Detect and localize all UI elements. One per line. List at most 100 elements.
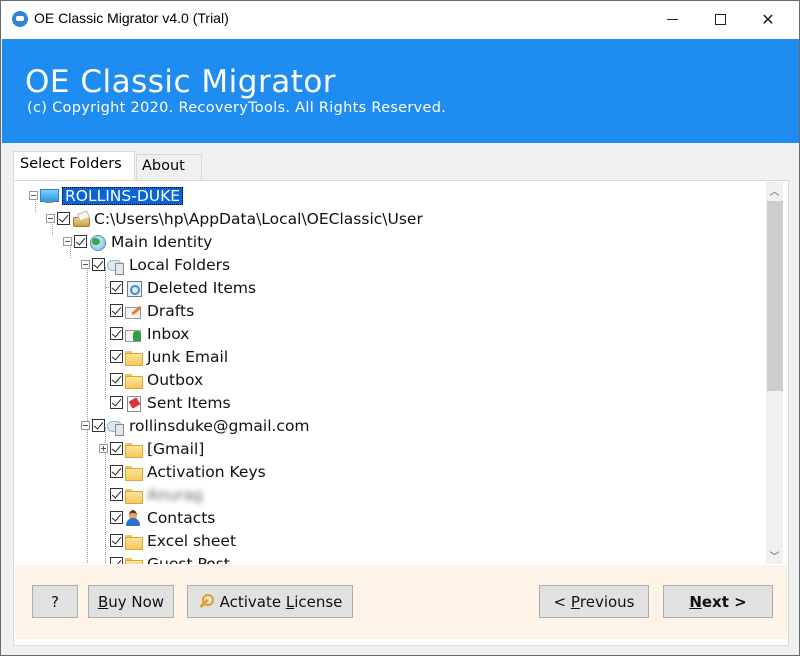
activate-label-rest: icense xyxy=(294,592,343,611)
close-icon: ✕ xyxy=(761,9,775,29)
tree-node-label: Local Folders xyxy=(129,255,231,274)
activate-label-prefix: Activate xyxy=(219,592,286,611)
app-window: OE Classic Migrator v4.0 (Trial) ✕ OE Cl… xyxy=(0,0,800,656)
checkbox[interactable] xyxy=(92,258,105,271)
tree-node-label: Drafts xyxy=(147,301,195,320)
collapse-icon[interactable] xyxy=(81,260,90,269)
checkbox[interactable] xyxy=(110,281,123,294)
buy-now-button[interactable]: Buy Now xyxy=(88,585,174,618)
tree-node-local-folders[interactable]: Local Folders xyxy=(81,253,230,276)
folder-tree[interactable]: ROLLINS-DUKE C:\Users\hp\AppData\Local\O… xyxy=(15,182,765,564)
tree-node-identity[interactable]: Main Identity xyxy=(63,230,212,253)
collapse-icon[interactable] xyxy=(29,191,38,200)
drafts-icon xyxy=(125,303,142,319)
tree-node-label: [Gmail] xyxy=(147,439,205,458)
header-banner: OE Classic Migrator (c) Copyright 2020. … xyxy=(2,39,799,143)
tree-node-label: Contacts xyxy=(147,508,216,527)
scroll-thumb[interactable] xyxy=(767,201,783,391)
collapse-icon[interactable] xyxy=(46,214,55,223)
checkbox[interactable] xyxy=(110,557,123,564)
previous-arrow: < xyxy=(553,592,571,611)
tree-node-excel-sheet[interactable]: Excel sheet xyxy=(99,529,236,552)
expand-icon[interactable] xyxy=(99,444,108,453)
chevron-up-icon: ︿ xyxy=(769,187,780,198)
button-bar: ? Buy Now Activate License < Previous Ne… xyxy=(15,565,787,639)
checkbox[interactable] xyxy=(92,419,105,432)
checkbox[interactable] xyxy=(110,442,123,455)
checkbox[interactable] xyxy=(110,511,123,524)
contact-icon xyxy=(125,509,142,526)
tree-node-label: Guest Post xyxy=(147,554,230,565)
checkbox[interactable] xyxy=(110,465,123,478)
tree-node-label: Inbox xyxy=(147,324,190,343)
key-icon xyxy=(198,593,214,610)
maximize-icon xyxy=(714,13,726,25)
previous-button[interactable]: < Previous xyxy=(539,585,649,618)
activate-license-button[interactable]: Activate License xyxy=(187,585,353,618)
tree-node-label: Excel sheet xyxy=(147,531,237,550)
collapse-icon[interactable] xyxy=(81,421,90,430)
maximize-button[interactable] xyxy=(697,1,743,37)
title-bar: OE Classic Migrator v4.0 (Trial) ✕ xyxy=(1,1,799,39)
tree-node-outbox[interactable]: Outbox xyxy=(99,368,203,391)
drive-icon xyxy=(72,211,90,227)
tree-node-blurred-folder[interactable]: Anurag xyxy=(99,483,203,506)
tree-node-activation-keys[interactable]: Activation Keys xyxy=(99,460,266,483)
activate-mnemonic: L xyxy=(285,592,295,611)
checkbox[interactable] xyxy=(110,373,123,386)
minimize-button[interactable] xyxy=(649,1,695,37)
tree-node-label: ROLLINS-DUKE xyxy=(62,186,184,205)
checkbox[interactable] xyxy=(110,488,123,501)
tree-node-guest-post[interactable]: Guest Post xyxy=(99,552,230,564)
tree-node-sent-items[interactable]: Sent Items xyxy=(99,391,231,414)
collapse-icon[interactable] xyxy=(63,237,72,246)
tree-node-label: Outbox xyxy=(147,370,204,389)
folder-icon xyxy=(125,372,143,389)
minimize-icon xyxy=(666,18,678,20)
cloud-store-icon xyxy=(107,418,124,436)
tree-node-label: Anurag xyxy=(147,485,203,504)
vertical-scrollbar[interactable]: ︿ ﹀ xyxy=(766,182,783,564)
tree-node-contacts[interactable]: Contacts xyxy=(99,506,215,529)
checkbox[interactable] xyxy=(57,212,70,225)
next-mnemonic: N xyxy=(689,592,702,611)
tree-node-label: rollinsduke@gmail.com xyxy=(129,416,310,435)
checkbox[interactable] xyxy=(110,327,123,340)
tree-node-label: Sent Items xyxy=(147,393,231,412)
scroll-up-button[interactable]: ︿ xyxy=(766,182,783,199)
tree-node-label: C:\Users\hp\AppData\Local\OEClassic\User xyxy=(94,209,423,228)
tree-node-inbox[interactable]: Inbox xyxy=(99,322,189,345)
window-title: OE Classic Migrator v4.0 (Trial) xyxy=(34,10,229,26)
checkbox[interactable] xyxy=(110,304,123,317)
banner-title: OE Classic Migrator xyxy=(25,64,337,100)
checkbox[interactable] xyxy=(74,235,87,248)
tree-node-account[interactable]: rollinsduke@gmail.com xyxy=(81,414,310,437)
tree-node-label: Activation Keys xyxy=(147,462,266,481)
app-icon xyxy=(12,11,28,27)
previous-label: revious xyxy=(579,592,635,611)
next-button[interactable]: Next > xyxy=(663,585,773,618)
tree-node-label: Junk Email xyxy=(147,347,229,366)
checkbox[interactable] xyxy=(110,350,123,363)
banner-copyright: (c) Copyright 2020. RecoveryTools. All R… xyxy=(27,100,447,116)
globe-icon xyxy=(89,234,106,251)
tree-node-deleted-items[interactable]: Deleted Items xyxy=(99,276,256,299)
checkbox[interactable] xyxy=(110,534,123,547)
close-button[interactable]: ✕ xyxy=(745,1,791,37)
tree-node-junk-email[interactable]: Junk Email xyxy=(99,345,228,368)
tree-node-drafts[interactable]: Drafts xyxy=(99,299,194,322)
tab-select-folders[interactable]: Select Folders xyxy=(13,151,135,181)
checkbox[interactable] xyxy=(110,396,123,409)
previous-mnemonic: P xyxy=(570,592,580,611)
tree-node-gmail[interactable]: [Gmail] xyxy=(99,437,204,460)
cloud-store-icon xyxy=(107,257,124,275)
buy-now-label: uy Now xyxy=(108,592,165,611)
help-button[interactable]: ? xyxy=(32,585,78,618)
recycle-icon xyxy=(125,280,142,297)
folder-icon xyxy=(125,556,143,564)
scroll-down-button[interactable]: ﹀ xyxy=(766,547,783,564)
next-label: ext > xyxy=(701,592,747,611)
tree-node-path[interactable]: C:\Users\hp\AppData\Local\OEClassic\User xyxy=(46,207,423,230)
tree-node-computer[interactable]: ROLLINS-DUKE xyxy=(29,184,184,207)
tab-about[interactable]: About xyxy=(136,154,202,180)
